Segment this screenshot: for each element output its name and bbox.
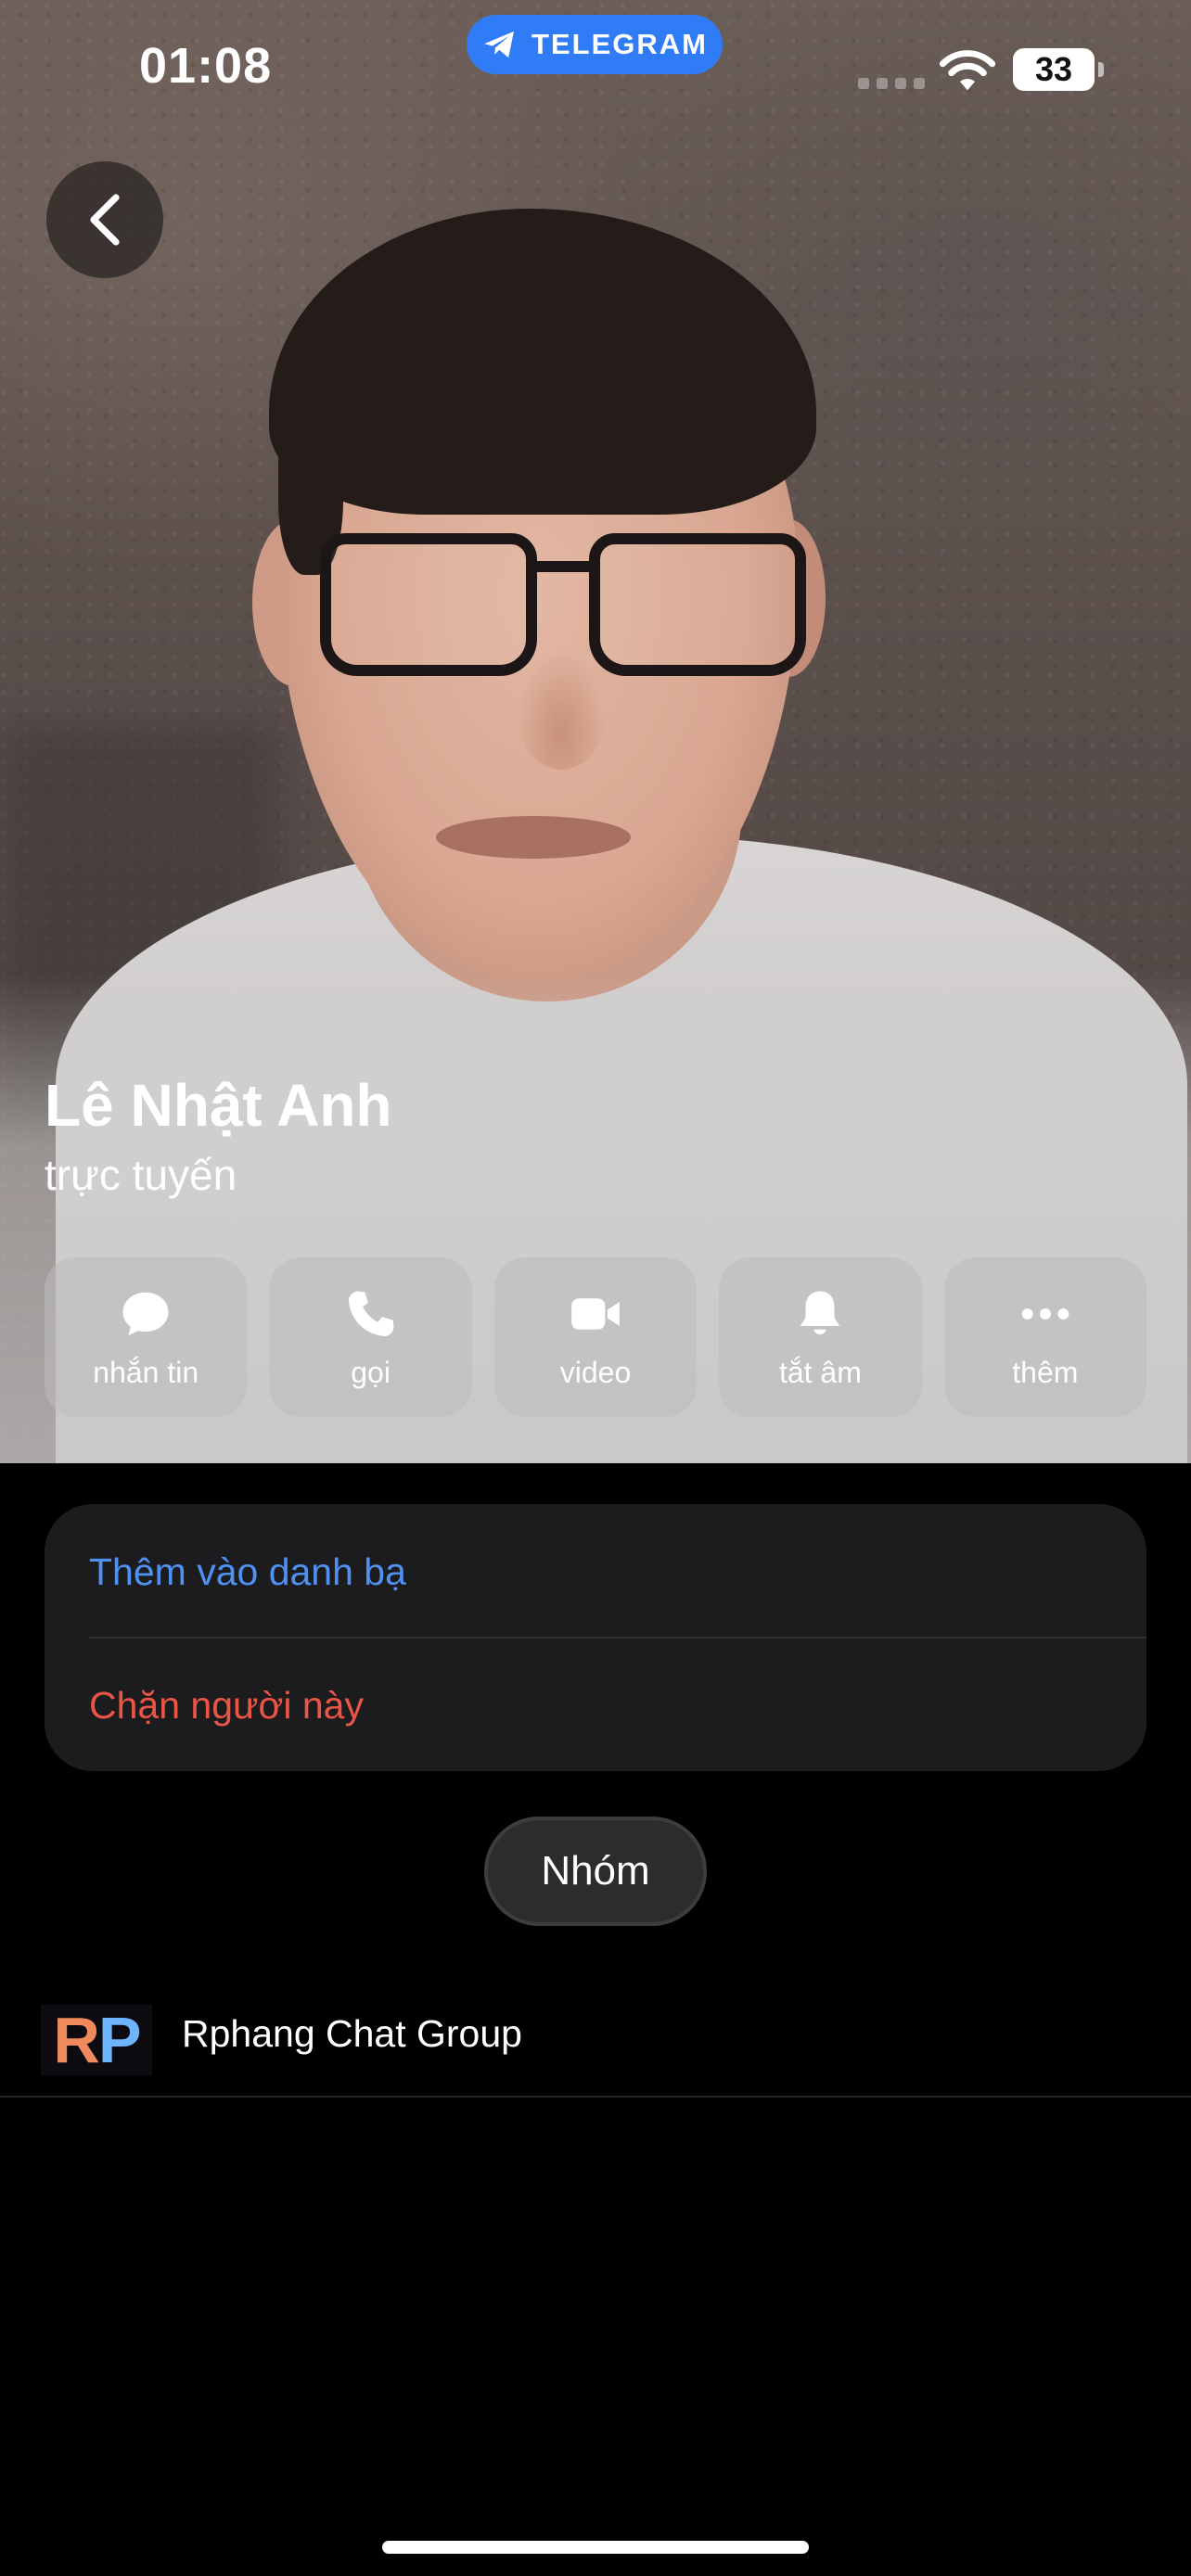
telegram-return-pill[interactable]: TELEGRAM — [467, 15, 723, 74]
back-button[interactable] — [46, 161, 163, 278]
battery-cap — [1098, 62, 1104, 77]
status-time: 01:08 — [139, 38, 273, 94]
call-button-label: gọi — [351, 1355, 391, 1389]
battery-icon: 33 — [1013, 48, 1095, 91]
profile-name: Lê Nhật Anh — [45, 1072, 392, 1139]
more-dots-icon — [1021, 1307, 1069, 1320]
video-camera-icon — [571, 1297, 620, 1330]
group-avatar-letter-r: R — [53, 2004, 100, 2076]
add-to-contacts-button[interactable]: Thêm vào danh bạ — [89, 1550, 406, 1594]
block-user-button[interactable]: Chặn người này — [89, 1684, 364, 1728]
list-item[interactable]: RP Rphang Chat Group — [0, 1984, 1191, 2098]
mute-button-label: tắt âm — [778, 1355, 862, 1389]
photo-glasses — [320, 533, 806, 682]
list-separator — [0, 2096, 1191, 2098]
message-button-label: nhắn tin — [93, 1355, 199, 1389]
bell-icon — [800, 1290, 840, 1334]
card-divider — [89, 1637, 1146, 1639]
tab-groups[interactable]: Nhóm — [484, 1817, 707, 1926]
group-avatar-letter-p: P — [97, 2004, 142, 2076]
home-indicator[interactable] — [382, 2541, 809, 2554]
cellular-signal-icon — [858, 78, 925, 89]
group-name: Rphang Chat Group — [182, 2012, 522, 2055]
group-avatar: RP — [41, 2004, 152, 2076]
phone-icon — [348, 1290, 394, 1336]
profile-action-bar: nhắn tin gọi video tắt âm thêm — [45, 1257, 1147, 1417]
call-button[interactable]: gọi — [269, 1257, 472, 1417]
glasses-bridge — [526, 561, 598, 572]
contact-options-card: Thêm vào danh bạ Chặn người này — [45, 1504, 1146, 1771]
glasses-lens-right — [589, 533, 806, 676]
more-button[interactable]: thêm — [943, 1257, 1147, 1417]
mute-button[interactable]: tắt âm — [719, 1257, 922, 1417]
telegram-pill-label: TELEGRAM — [531, 28, 708, 60]
profile-photo[interactable] — [0, 0, 1191, 1463]
photo-mouth — [436, 816, 631, 859]
message-button[interactable]: nhắn tin — [45, 1257, 248, 1417]
video-call-button-label: video — [559, 1355, 632, 1389]
profile-presence-status: trực tuyến — [45, 1151, 237, 1199]
telegram-plane-icon — [484, 31, 515, 58]
chevron-left-icon — [90, 194, 120, 246]
wifi-icon — [939, 50, 996, 91]
glasses-lens-left — [320, 533, 537, 676]
chat-bubble-icon — [122, 1292, 169, 1335]
more-button-label: thêm — [1012, 1355, 1079, 1389]
video-call-button[interactable]: video — [493, 1257, 698, 1417]
